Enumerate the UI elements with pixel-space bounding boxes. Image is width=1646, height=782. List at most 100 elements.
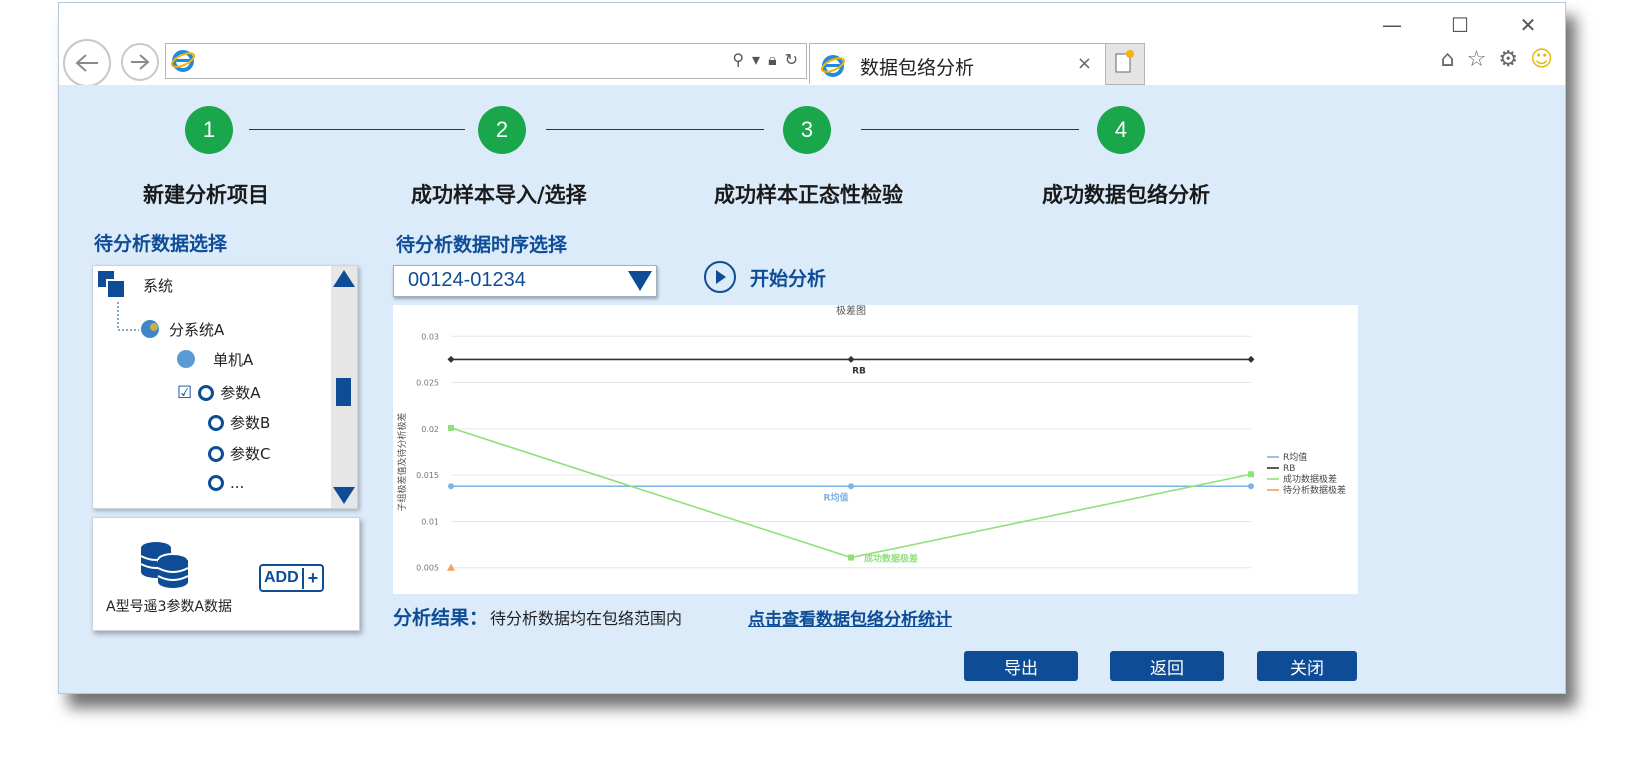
forward-nav-button[interactable]: [121, 43, 159, 81]
star-icon[interactable]: ☆: [1467, 47, 1487, 72]
address-bar[interactable]: ⚲ ▾ 🔒︎ ↻: [165, 43, 807, 79]
data-point: [447, 355, 455, 363]
step-4-label: 成功数据包络分析: [1042, 183, 1210, 207]
tab-close-icon[interactable]: ×: [1077, 53, 1092, 74]
y-tick-label: 0.025: [416, 379, 439, 388]
dataset-card[interactable]: ADD + A型号遥3参数A数据: [92, 517, 360, 631]
close-button[interactable]: 关闭: [1257, 651, 1357, 681]
tree-node-subsystem[interactable]: 分系统A: [137, 318, 224, 340]
data-point: [448, 424, 454, 431]
back-button[interactable]: 返回: [1110, 651, 1224, 681]
y-tick-label: 0.005: [416, 564, 439, 573]
param-gear-icon: [208, 445, 224, 462]
tree-node-param-c[interactable]: 参数C: [208, 443, 270, 464]
forward-arrow-icon: [131, 54, 150, 70]
legend-label: 成功数据极差: [1283, 473, 1337, 485]
scroll-thumb[interactable]: [336, 378, 351, 406]
tree-scrollbar[interactable]: [331, 266, 357, 508]
system-icon: [98, 271, 126, 299]
tab-title: 数据包络分析: [860, 57, 975, 79]
smiley-icon[interactable]: ☺: [1530, 47, 1553, 72]
data-point: [1248, 483, 1254, 490]
tree-node-param-a[interactable]: ☑ 参数A: [177, 382, 261, 403]
dropdown-icon[interactable]: ▾: [752, 50, 760, 70]
tree-label-param-c: 参数C: [230, 445, 271, 463]
y-tick-label: 0.02: [421, 425, 439, 434]
y-tick-label: 0.01: [421, 517, 439, 526]
time-range-select[interactable]: 00124-01234: [393, 265, 657, 297]
step-connector: [861, 129, 1079, 130]
chart-title: 极差图: [836, 305, 866, 317]
tree-label-unit: 单机A: [213, 350, 254, 369]
data-tree: 系统 分系统A 单机A ☑ 参数A 参数B 参数C ...: [92, 265, 358, 509]
result-text: 待分析数据均在包络范围内: [490, 609, 683, 628]
lock-icon[interactable]: 🔒︎: [768, 50, 777, 70]
gear-icon[interactable]: ⚙: [1498, 47, 1518, 72]
step-connector: [249, 129, 465, 130]
start-analysis-button[interactable]: 开始分析: [704, 261, 826, 293]
browser-chrome: — ☐ ✕ ⚲ ▾ 🔒︎ ↻ 数据包络分析 × ⌂ ☆ ⚙ ☺: [59, 3, 1565, 87]
data-label: R均值: [824, 491, 849, 503]
y-tick-label: 0.015: [416, 471, 439, 480]
data-point: [447, 563, 455, 571]
scroll-up-icon[interactable]: [333, 270, 355, 287]
new-tab-button[interactable]: [1105, 43, 1145, 85]
maximize-button[interactable]: ☐: [1445, 13, 1475, 37]
param-gear-icon: [208, 475, 224, 491]
view-statistics-link[interactable]: 点击查看数据包络分析统计: [748, 605, 952, 630]
add-dataset-button[interactable]: ADD +: [259, 564, 325, 592]
series-line-3: [450, 427, 1252, 559]
tab-ie-icon: [820, 55, 846, 77]
tab-active[interactable]: 数据包络分析 ×: [809, 43, 1107, 84]
scroll-down-icon[interactable]: [333, 487, 355, 504]
range-chart: 极差图 0.03 0.025 0.02 0.015 0.01 0.005 子组极差值及待分析极…: [393, 304, 1358, 594]
step-1-circle: 1: [185, 106, 233, 154]
refresh-icon[interactable]: ↻: [785, 50, 798, 70]
result-label: 分析结果：: [393, 607, 489, 629]
plus-icon: +: [301, 567, 323, 589]
data-point: [1248, 471, 1254, 478]
data-label: 成功数据极差: [864, 553, 918, 565]
step-3-label: 成功样本正态性检验: [714, 183, 903, 207]
legend-label: R均值: [1283, 451, 1307, 463]
export-button[interactable]: 导出: [964, 651, 1078, 681]
data-point: [847, 355, 855, 363]
time-range-value: 00124-01234: [408, 269, 526, 291]
unit-icon: [177, 350, 195, 368]
data-point: [848, 554, 854, 561]
step-2-circle: 2: [478, 106, 526, 154]
step-1-label: 新建分析项目: [143, 183, 269, 207]
close-window-button[interactable]: ✕: [1513, 13, 1543, 37]
tree-node-param-b[interactable]: 参数B: [208, 412, 270, 433]
browser-window: — ☐ ✕ ⚲ ▾ 🔒︎ ↻ 数据包络分析 × ⌂ ☆ ⚙ ☺ 1 2 3 4 …: [58, 2, 1566, 694]
database-icon: [140, 542, 189, 588]
param-gear-icon: [198, 384, 215, 401]
ie-logo-icon: [170, 50, 196, 72]
home-icon[interactable]: ⌂: [1441, 47, 1455, 72]
time-selection-title: 待分析数据时序选择: [396, 234, 568, 256]
add-label: ADD: [264, 569, 299, 586]
step-3-circle: 3: [783, 106, 831, 154]
step-4-circle: 4: [1097, 106, 1145, 154]
data-selection-title: 待分析数据选择: [94, 233, 228, 255]
back-nav-button[interactable]: [63, 39, 111, 87]
back-arrow-icon: [75, 54, 98, 72]
minimize-button[interactable]: —: [1377, 13, 1407, 37]
tree-node-more[interactable]: ...: [208, 474, 244, 492]
chevron-down-icon[interactable]: [628, 271, 652, 291]
tree-node-system[interactable]: 系统: [97, 270, 173, 300]
legend-label: 待分析数据极差: [1283, 484, 1346, 496]
data-point: [848, 483, 854, 490]
data-label: RB: [852, 366, 866, 376]
address-tools: ⚲ ▾ 🔒︎ ↻: [732, 50, 798, 70]
step-2-label: 成功样本导入/选择: [411, 183, 587, 207]
subsystem-icon: [141, 320, 159, 338]
param-gear-icon: [208, 414, 224, 431]
legend-label: RB: [1283, 464, 1295, 474]
tree-label-system: 系统: [143, 276, 174, 295]
new-tab-icon: [1115, 50, 1134, 73]
tree-node-unit[interactable]: 单机A: [173, 348, 253, 370]
search-icon[interactable]: ⚲: [732, 50, 744, 70]
checkbox-checked-icon[interactable]: ☑: [177, 383, 192, 403]
y-axis-label: 子组极差值及待分析极差: [396, 412, 408, 511]
